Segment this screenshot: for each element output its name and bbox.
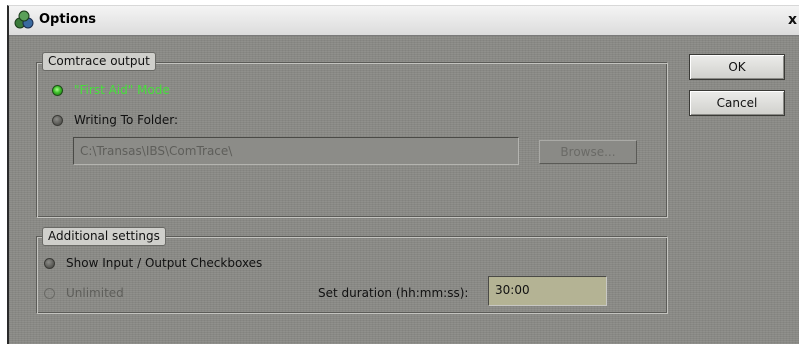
- browse-button[interactable]: Browse...: [539, 140, 637, 164]
- options-app-icon: [14, 10, 34, 29]
- writing-to-folder-label: Writing To Folder:: [74, 113, 179, 127]
- set-duration-label: Set duration (hh:mm:ss):: [318, 286, 469, 300]
- radio-show-io-checkboxes[interactable]: Show Input / Output Checkboxes: [44, 256, 262, 270]
- radio-unlimited[interactable]: Unlimited: [44, 286, 124, 300]
- ok-button[interactable]: OK: [689, 54, 785, 80]
- cancel-button[interactable]: Cancel: [689, 90, 785, 116]
- radio-selected-indicator: [52, 84, 63, 96]
- folder-path-input[interactable]: C:\Transas\IBS\ComTrace\: [73, 137, 519, 165]
- duration-input[interactable]: 30:00: [488, 276, 607, 306]
- options-dialog: Options x Comtrace output "First Aid" Mo…: [7, 5, 799, 344]
- show-io-checkboxes-label: Show Input / Output Checkboxes: [66, 256, 263, 270]
- radio-unselected-indicator: [44, 257, 55, 269]
- first-aid-mode-label: "First Aid" Mode: [74, 83, 170, 97]
- additional-settings-legend: Additional settings: [42, 227, 166, 246]
- radio-writing-to-folder[interactable]: Writing To Folder:: [52, 113, 178, 127]
- radio-first-aid-mode[interactable]: "First Aid" Mode: [52, 83, 170, 97]
- comtrace-output-legend: Comtrace output: [42, 52, 156, 71]
- unlimited-label: Unlimited: [66, 286, 124, 300]
- radio-unselected-indicator: [52, 114, 63, 126]
- window-title: Options: [39, 12, 96, 27]
- close-icon[interactable]: x: [788, 12, 797, 28]
- radio-disabled-indicator: [44, 287, 55, 299]
- title-bar[interactable]: Options x: [9, 6, 799, 36]
